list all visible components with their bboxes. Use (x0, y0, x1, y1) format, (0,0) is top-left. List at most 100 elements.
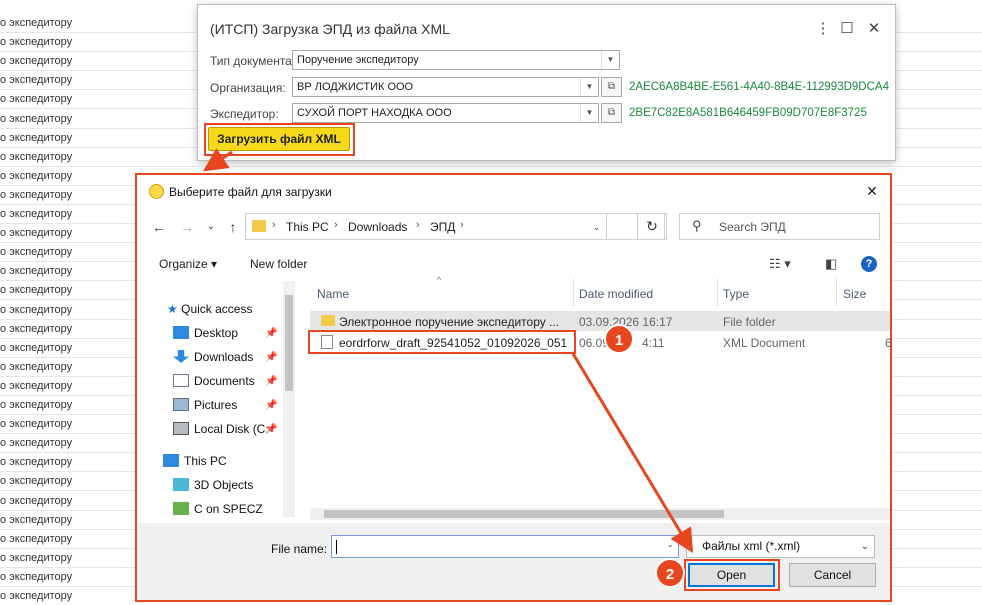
open-forwarder-icon[interactable]: ⧉ (601, 103, 622, 123)
chevron-right-icon: › (416, 219, 420, 231)
organize-button[interactable]: Organize ▾ (159, 257, 217, 271)
nav-documents[interactable]: Documents (173, 371, 255, 391)
chevron-right-icon: › (272, 219, 276, 231)
nav-local-disk[interactable]: Local Disk (C: (173, 419, 269, 439)
nav-3d-objects[interactable]: 3D Objects (173, 475, 253, 495)
breadcrumb-this-pc[interactable]: This PC (286, 220, 329, 234)
load-xml-button[interactable]: Загрузить файл XML (208, 127, 350, 151)
nav-label: Pictures (194, 398, 238, 412)
star-icon: ★ (167, 302, 178, 316)
col-type[interactable]: Type (723, 287, 749, 301)
breadcrumb-epd[interactable]: ЭПД (430, 220, 455, 234)
nav-desktop[interactable]: Desktop (173, 323, 238, 343)
network-drive-icon (173, 502, 189, 515)
breadcrumb-downloads[interactable]: Downloads (348, 220, 407, 234)
pin-icon: 📌 (265, 424, 278, 435)
file-open-dialog: Выберите файл для загрузки ✕ ← → ⌄ ↑ › T… (135, 173, 892, 602)
org-value: ВР ЛОДЖИСТИК ООО (297, 81, 414, 93)
nav-label: Desktop (194, 326, 239, 340)
drive-icon (173, 422, 189, 435)
cancel-button[interactable]: Cancel (789, 563, 876, 587)
nav-label: Downloads (194, 350, 254, 364)
forwarder-label: Экспедитор: (210, 107, 279, 121)
col-date[interactable]: Date modified (579, 287, 653, 301)
pin-icon: 📌 (265, 328, 278, 339)
xml-load-dialog: (ИТСП) Загрузка ЭПД из файла XML ⋮ ☐ ✕ Т… (197, 4, 896, 161)
col-size[interactable]: Size (843, 287, 866, 301)
scroll-thumb[interactable] (285, 295, 293, 391)
filetype-select[interactable]: Файлы xml (*.xml) ⌄ (686, 535, 875, 558)
text-caret (336, 540, 337, 554)
nav-label: This PC (184, 454, 227, 468)
preview-pane-icon[interactable]: ◧ (825, 256, 837, 272)
refresh-icon[interactable]: ↻ (637, 213, 667, 240)
filename-input[interactable]: ⌄ (331, 535, 679, 558)
nav-label: 3D Objects (194, 478, 254, 492)
nav-scrollbar[interactable] (283, 281, 295, 517)
search-icon: ⚲ (692, 218, 702, 233)
forward-arrow-icon[interactable]: → (177, 217, 197, 237)
col-name[interactable]: Name (317, 287, 349, 301)
forwarder-field[interactable]: СУХОЙ ПОРТ НАХОДКА ООО ▼ (292, 103, 599, 123)
org-field[interactable]: ВР ЛОДЖИСТИК ООО ▼ (292, 77, 599, 97)
filetype-value: Файлы xml (*.xml) (702, 539, 801, 553)
close-icon[interactable]: ✕ (862, 17, 886, 41)
nav-downloads[interactable]: Downloads (173, 347, 253, 367)
nav-quick-access[interactable]: ★ Quick access (167, 299, 252, 319)
chevron-right-icon: › (334, 219, 338, 231)
doc-type-select[interactable]: Поручение экспедитору ▼ (292, 50, 620, 70)
close-icon[interactable]: ✕ (862, 181, 882, 201)
nav-label: Local Disk (C: (194, 422, 269, 436)
nav-pictures[interactable]: Pictures (173, 395, 237, 415)
col-divider[interactable] (836, 278, 837, 308)
org-guid: 2AEC6A8B4BE-E561-4A40-8B4E-112993D9DCA4 (629, 81, 889, 93)
chevron-down-icon[interactable]: ▼ (601, 51, 619, 69)
chevron-down-icon[interactable]: ▼ (580, 104, 598, 122)
col-divider[interactable] (573, 278, 574, 308)
pin-icon: 📌 (265, 376, 278, 387)
chevron-down-icon[interactable]: ⌄ (666, 539, 674, 550)
pin-icon: 📌 (265, 400, 278, 411)
address-dropdown-icon[interactable]: ⌄ (587, 213, 607, 240)
chevron-down-icon: ⌄ (860, 541, 869, 552)
view-options-icon[interactable]: ☷ ▾ (769, 256, 791, 272)
folder-icon (252, 220, 266, 232)
app-icon (149, 184, 164, 199)
document-icon (173, 374, 189, 387)
maximize-icon[interactable]: ☐ (835, 17, 859, 41)
doc-type-label: Тип документа: (210, 54, 296, 68)
step-badge-1: 1 (604, 324, 634, 354)
nav-label: Documents (194, 374, 255, 388)
nav-label: C on SPECZ (194, 502, 263, 516)
nav-c-on-specz[interactable]: C on SPECZ (173, 499, 263, 519)
chevron-right-icon: › (460, 219, 464, 231)
desktop-icon (173, 326, 189, 339)
file-type: XML Document (723, 336, 806, 350)
forwarder-guid: 2BE7C82E8A581B646459FB09D707E8F3725 (629, 107, 867, 119)
doc-type-value: Поручение экспедитору (297, 54, 419, 66)
picture-icon (173, 398, 189, 411)
chevron-down-icon[interactable]: ▼ (580, 78, 598, 96)
forwarder-value: СУХОЙ ПОРТ НАХОДКА ООО (297, 107, 452, 119)
nav-label: Quick access (181, 302, 253, 316)
cube-icon (173, 478, 189, 491)
file-date-tail: 4:11 (642, 336, 665, 350)
help-icon[interactable]: ? (861, 256, 877, 272)
open-org-icon[interactable]: ⧉ (601, 77, 622, 97)
more-icon[interactable]: ⋮ (811, 17, 835, 41)
file-name[interactable]: Электронное поручение экспедитору ... (339, 315, 567, 329)
up-arrow-icon[interactable]: ↑ (223, 217, 243, 237)
download-icon (173, 350, 189, 363)
nav-this-pc[interactable]: This PC (163, 451, 227, 471)
horizontal-scrollbar[interactable] (310, 508, 890, 520)
search-placeholder: Search ЭПД (719, 220, 786, 234)
col-divider[interactable] (717, 278, 718, 308)
back-arrow-icon[interactable]: ← (149, 217, 169, 237)
scroll-thumb[interactable] (324, 510, 724, 518)
org-label: Организация: (210, 81, 286, 95)
new-folder-button[interactable]: New folder (250, 257, 307, 271)
file-dialog-title: Выберите файл для загрузки (169, 185, 332, 199)
recent-chevron-icon[interactable]: ⌄ (201, 217, 221, 237)
open-highlight (684, 559, 780, 591)
search-box[interactable]: ⚲ Search ЭПД (679, 213, 880, 240)
